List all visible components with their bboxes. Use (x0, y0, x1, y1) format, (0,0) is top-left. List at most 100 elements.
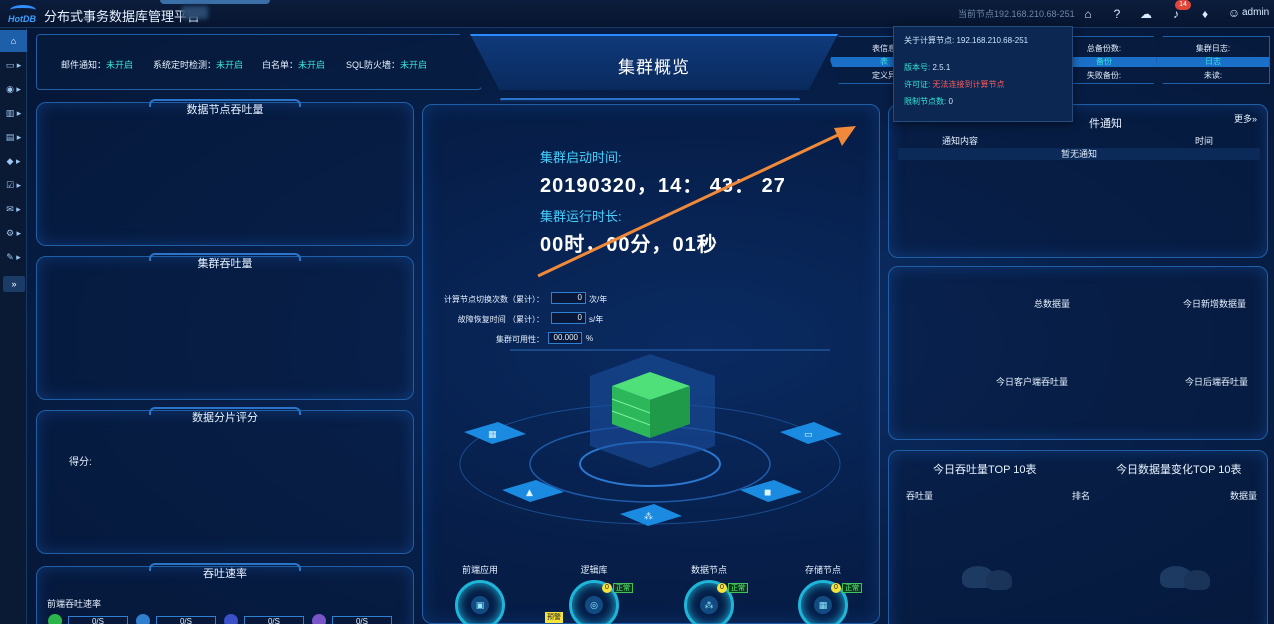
user-name[interactable]: admin (1242, 7, 1269, 18)
empty-ghost-icon (986, 570, 1012, 590)
current-node-info[interactable]: 当前节点192.168.210.68-251 (958, 7, 1075, 20)
storage-icon: ▦ (814, 596, 832, 614)
sidebar-monitor-icon[interactable]: ▭ ▸ (0, 54, 27, 76)
tile-right: ▭ (780, 422, 842, 444)
user-icon[interactable]: ☺ (1226, 5, 1242, 21)
tile-left: ▦ (464, 422, 526, 444)
logo-text: HotDB (8, 14, 36, 24)
rate-label: 前端吞吐速率 (47, 599, 102, 609)
panel-title: 件通知 (1089, 118, 1122, 130)
rate-value: 0/S (244, 616, 304, 624)
panel-data-stats (888, 266, 1268, 440)
node-count: 0 (831, 583, 841, 593)
panel-title: 数据节点吞吐量 (186, 104, 264, 116)
sidebar-check-icon[interactable]: ☑ ▸ (0, 174, 27, 196)
status-label: 系统定时检测： (153, 60, 217, 70)
panel-title: 集群吞吐量 (197, 258, 253, 270)
col-header-content: 通知内容 (942, 136, 979, 146)
data-node-icon: ⁂ (700, 596, 718, 614)
tooltip-key: 版本号: (904, 63, 931, 72)
sidebar-mail-icon[interactable]: ✉ ▸ (0, 198, 27, 220)
tooltip-value: 0 (948, 97, 953, 106)
panel-title: 吞吐速率 (203, 568, 247, 580)
shirt-icon[interactable]: ♦ (1197, 6, 1213, 22)
notification-badge: 14 (1175, 0, 1191, 10)
tooltip-key: 许可证: (904, 80, 931, 89)
app-icon: ▣ (471, 596, 489, 614)
stat-client-throughput: 今日客户端吞吐量 (996, 377, 1069, 387)
metric-unit: % (586, 334, 594, 343)
logo-swoosh (10, 5, 36, 15)
sidebar-home-icon[interactable]: ⌂ (0, 30, 27, 52)
score-label: 得分: (69, 457, 92, 468)
status-label: 邮件通知： (61, 60, 107, 70)
node-count: 0 (602, 583, 612, 593)
node-label: 逻辑库 (580, 565, 608, 575)
rate-dot (48, 614, 62, 624)
rate-dot (136, 614, 150, 624)
sidebar-settings-icon[interactable]: ⚙ ▸ (0, 222, 27, 244)
cluster-illustration: ▦ ▭ ▲ ◼ ⁂ (459, 349, 842, 526)
cluster-log-header[interactable]: 集群日志: 日志 未读: (1156, 36, 1270, 84)
tooltip-limit: 限制节点数: 0 (904, 96, 953, 107)
top10-throughput-title: 今日吞吐量TOP 10表 (933, 464, 1037, 476)
node-app-ring[interactable]: ▣ (455, 580, 505, 624)
tooltip-value: 192.168.210.68-251 (956, 36, 1029, 45)
sidebar-eye-icon[interactable]: ◉ ▸ (0, 78, 27, 100)
sidebar-chart-icon[interactable]: ▥ ▸ (0, 102, 27, 124)
metric-recovery-time: 0 (551, 312, 586, 324)
svg-text:▦: ▦ (488, 430, 497, 440)
sidebar: ⌂ ▭ ▸ ◉ ▸ ▥ ▸ ▤ ▸ ◆ ▸ ☑ ▸ ✉ ▸ ⚙ ▸ ✎ ▸ » (0, 28, 27, 624)
metric-switch-count: 0 (551, 292, 586, 304)
rate-value: 0/S (332, 616, 392, 624)
metric-unit: 次/年 (589, 295, 608, 304)
tooltip-version: 版本号: 2.5.1 (904, 62, 950, 73)
sidebar-expand-icon[interactable]: » (3, 276, 25, 292)
tooltip-key: 关于计算节点: (904, 36, 955, 45)
status-whitelist: 白名单：未开启 (262, 58, 325, 71)
cloud-icon[interactable]: ☁ (1138, 6, 1154, 22)
node-label: 前端应用 (461, 565, 498, 575)
app-title: 分布式事务数据库管理平台 (44, 9, 201, 24)
metric-unit: s/年 (589, 315, 604, 324)
metric-label: 故障恢复时间 （累计）： (457, 315, 544, 324)
more-link[interactable]: 更多» (1234, 112, 1257, 125)
sidebar-tools-icon[interactable]: ✎ ▸ (0, 246, 27, 268)
tooltip-value: 2.5.1 (932, 63, 951, 72)
node-status-badge: 正常 (728, 583, 748, 593)
node-status-badge: 正常 (842, 583, 862, 593)
arrow-shaft (537, 132, 841, 278)
stat-total-data: 总数据量 (1034, 299, 1071, 309)
notice-empty-row: 暂无通知 (898, 148, 1260, 160)
rate-dot (224, 614, 238, 624)
metric-label: 集群可用性： (496, 335, 544, 344)
tooltip-about: 关于计算节点: 192.168.210.68-251 (904, 35, 1028, 46)
status-value: 未开启 (298, 60, 326, 70)
help-icon[interactable]: ? (1109, 6, 1125, 22)
svg-text:▲: ▲ (526, 488, 533, 498)
col-header-data: 数据量 (1230, 491, 1258, 501)
svg-text:◼: ◼ (764, 488, 771, 498)
status-scheduled-check: 系统定时检测：未开启 (153, 58, 243, 71)
top-bar: HotDB 分布式事务数据库管理平台 当前节点192.168.210.68-25… (0, 0, 1274, 28)
app-logo[interactable]: HotDB (4, 4, 40, 24)
rate-value: 0/S (156, 616, 216, 624)
panel-cluster-throughput: 集群吞吐量 (36, 253, 414, 400)
home-icon[interactable]: ⌂ (1080, 6, 1096, 22)
sidebar-database-icon[interactable]: ▤ ▸ (0, 126, 27, 148)
header-bar: 日志 (1157, 57, 1269, 67)
status-value: 未开启 (400, 60, 428, 70)
svg-text:⁂: ⁂ (644, 511, 653, 522)
stat-today-added: 今日新增数据量 (1183, 299, 1247, 309)
tile-bottom: ⁂ (620, 504, 682, 526)
node-label: 数据节点 (690, 565, 727, 575)
node-count: 0 (717, 583, 727, 593)
blurred-tab (182, 6, 208, 19)
warning-badge: 预警 (545, 612, 563, 623)
tile-bottom-left: ▲ (502, 480, 564, 502)
status-sql-firewall: SQL防火墙：未开启 (346, 58, 427, 71)
header-sub: 未读: (1203, 71, 1223, 80)
panel-title: 数据分片评分 (192, 412, 258, 424)
sidebar-shield-icon[interactable]: ◆ ▸ (0, 150, 27, 172)
status-label: SQL防火墙： (346, 60, 401, 70)
